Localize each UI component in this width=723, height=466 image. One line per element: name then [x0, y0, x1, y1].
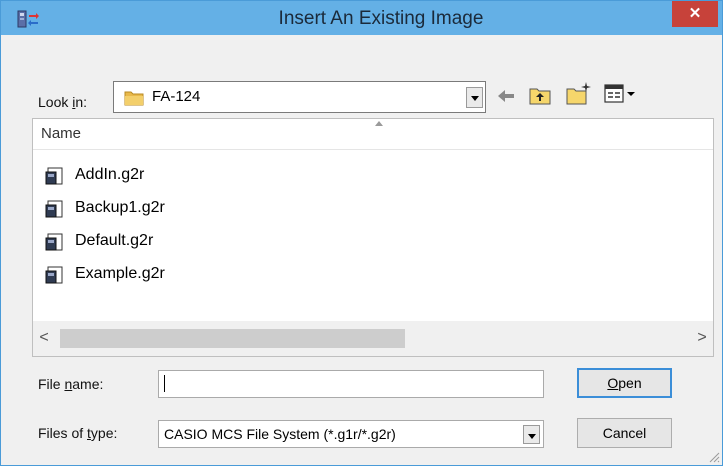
- file-name-input[interactable]: [158, 370, 544, 398]
- scroll-thumb[interactable]: [60, 329, 405, 348]
- file-list[interactable]: Name AddIn.g2r Backup1.g2r Default.g2r E…: [32, 118, 714, 357]
- new-folder-icon[interactable]: [566, 81, 592, 105]
- scroll-left-button[interactable]: <: [35, 327, 53, 349]
- file-name-label: File name:: [38, 376, 104, 392]
- files-of-type-value: CASIO MCS File System (*.g1r/*.g2r): [164, 426, 396, 442]
- dialog-title: Insert An Existing Image: [278, 8, 484, 29]
- file-name: Backup1.g2r: [75, 199, 165, 216]
- g2r-file-icon: [45, 266, 63, 284]
- view-menu-icon[interactable]: [604, 84, 638, 104]
- open-button[interactable]: Open: [577, 368, 672, 398]
- title-bar[interactable]: Insert An Existing Image ✕: [1, 1, 722, 35]
- files-of-type-dropdown[interactable]: CASIO MCS File System (*.g1r/*.g2r): [158, 420, 544, 448]
- column-header-name[interactable]: Name: [33, 119, 713, 150]
- files-of-type-label: Files of type:: [38, 425, 118, 441]
- sort-ascending-icon: [375, 121, 383, 126]
- file-name: Example.g2r: [75, 265, 165, 282]
- close-button[interactable]: ✕: [672, 1, 718, 27]
- file-name: Default.g2r: [75, 232, 154, 249]
- back-arrow-icon[interactable]: [497, 89, 515, 103]
- g2r-file-icon: [45, 167, 63, 185]
- insert-image-dialog: Insert An Existing Image ✕ Look in: FA-1…: [0, 0, 723, 466]
- close-icon: ✕: [688, 5, 702, 22]
- cancel-button[interactable]: Cancel: [577, 418, 672, 448]
- up-one-level-icon[interactable]: [529, 85, 551, 105]
- file-name: AddIn.g2r: [75, 166, 145, 183]
- scroll-right-button[interactable]: >: [693, 327, 711, 349]
- text-caret: [164, 375, 165, 392]
- folder-icon: [124, 91, 144, 106]
- look-in-value: FA-124: [152, 88, 201, 105]
- resize-grip-icon[interactable]: [708, 451, 720, 463]
- horizontal-scrollbar[interactable]: < >: [33, 321, 713, 356]
- look-in-label: Look in:: [38, 94, 88, 110]
- look-in-dropdown[interactable]: FA-124: [113, 81, 486, 113]
- look-in-chevron-down-icon[interactable]: [466, 87, 483, 108]
- g2r-file-icon: [45, 200, 63, 218]
- files-of-type-chevron-down-icon[interactable]: [523, 425, 540, 444]
- column-header-label: Name: [41, 125, 82, 142]
- g2r-file-icon: [45, 233, 63, 251]
